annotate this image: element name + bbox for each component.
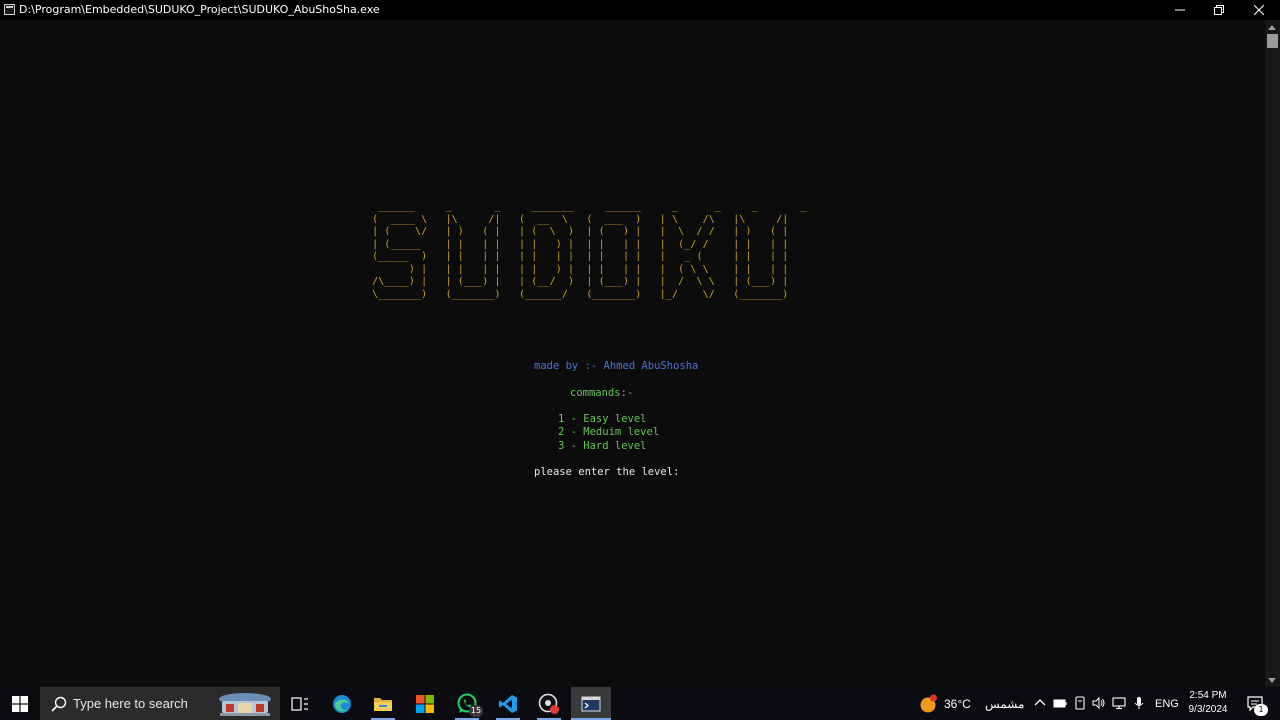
notification-center-button[interactable]: 1	[1242, 687, 1268, 720]
option-easy: 1 - Easy level	[558, 413, 647, 425]
credit-text: made by :- Ahmed AbuShosha	[534, 360, 699, 372]
terminal-window-icon	[581, 696, 601, 711]
scroll-down-icon[interactable]	[1268, 678, 1276, 683]
minimize-button[interactable]	[1161, 0, 1199, 20]
console-app-icon	[4, 4, 15, 15]
option-medium: 2 - Meduim level	[558, 426, 660, 438]
screen-recorder-icon	[538, 693, 559, 714]
notification-count-badge: 1	[1254, 704, 1268, 716]
restore-button[interactable]	[1200, 0, 1238, 20]
restore-icon	[1214, 5, 1224, 15]
close-icon	[1254, 5, 1264, 15]
network-icon[interactable]	[1112, 696, 1126, 710]
commands-heading: commands:-	[570, 387, 634, 399]
windows-logo-icon	[12, 695, 28, 712]
search-placeholder: Type here to search	[73, 696, 188, 711]
file-explorer-app[interactable]	[363, 687, 403, 720]
search-icon	[51, 696, 67, 716]
clock-date: 9/3/2024	[1188, 704, 1228, 715]
scroll-thumb[interactable]	[1267, 34, 1278, 48]
start-button[interactable]	[0, 687, 40, 720]
console-app-taskbar[interactable]	[571, 687, 611, 720]
battery-icon[interactable]	[1053, 696, 1067, 710]
microsoft-store-app[interactable]	[405, 687, 445, 720]
vertical-scrollbar[interactable]	[1265, 20, 1280, 687]
level-prompt[interactable]: please enter the level:	[534, 466, 679, 479]
whatsapp-app[interactable]: 15	[447, 687, 487, 720]
store-icon	[416, 694, 434, 713]
console-output[interactable]: ______ _ _ _______ ______ _ _ _ _ ( ____…	[0, 20, 1265, 687]
volume-icon[interactable]	[1092, 696, 1106, 710]
close-button[interactable]	[1240, 0, 1278, 20]
clock-time: 2:54 PM	[1189, 690, 1227, 701]
weather-temperature[interactable]: 36°C	[944, 687, 971, 720]
microphone-icon[interactable]	[1132, 696, 1146, 710]
window-title: D:\Program\Embedded\SUDUKO_Project\SUDUK…	[19, 3, 380, 16]
taskbar-search-box[interactable]: Type here to search	[40, 687, 280, 720]
input-language[interactable]: ENG	[1155, 687, 1179, 720]
edge-app[interactable]	[322, 687, 362, 720]
option-hard: 3 - Hard level	[558, 440, 647, 452]
whatsapp-unread-badge: 15	[469, 705, 483, 717]
weather-description[interactable]: مشمس	[985, 687, 1024, 720]
sun-weather-icon	[920, 693, 938, 712]
search-highlight-illustration	[219, 693, 271, 716]
sudoku-ascii-banner: ______ _ _ _______ ______ _ _ _ _ ( ____…	[372, 201, 807, 300]
vscode-icon	[499, 694, 517, 713]
task-view-icon	[291, 696, 308, 711]
weather-widget-icon-wrap[interactable]	[916, 687, 940, 720]
taskbar: Type here to search 15 36°C مشمس ENG 2:5…	[0, 687, 1280, 720]
chevron-up-icon[interactable]	[1033, 696, 1047, 710]
edge-icon	[333, 694, 351, 713]
system-clock[interactable]: 2:54 PM 9/3/2024	[1180, 689, 1236, 717]
scroll-up-icon[interactable]	[1268, 25, 1276, 30]
vscode-app[interactable]	[488, 687, 528, 720]
task-view-button[interactable]	[280, 687, 320, 720]
folder-icon	[374, 697, 392, 711]
title-bar[interactable]: D:\Program\Embedded\SUDUKO_Project\SUDUK…	[0, 0, 1280, 20]
minimize-icon	[1175, 9, 1185, 11]
console-window: D:\Program\Embedded\SUDUKO_Project\SUDUK…	[0, 0, 1280, 687]
device-icon[interactable]	[1073, 696, 1087, 710]
recorder-app[interactable]	[529, 687, 569, 720]
